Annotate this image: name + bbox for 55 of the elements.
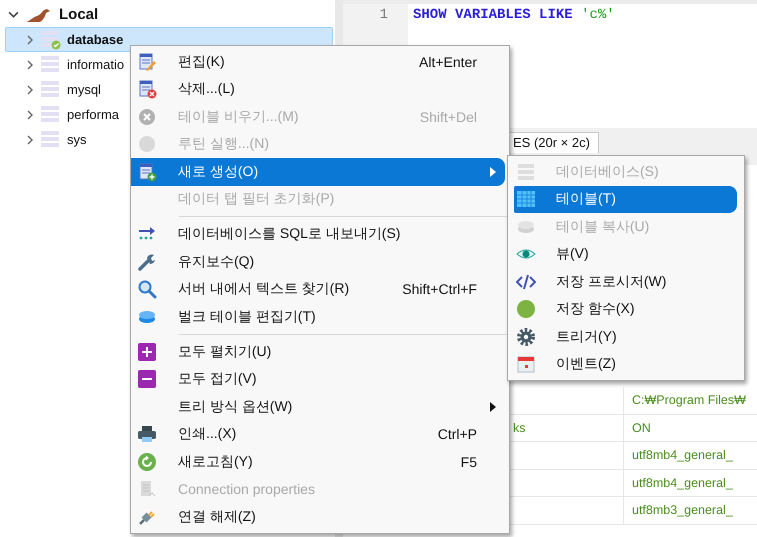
- database-label[interactable]: sys: [67, 132, 86, 147]
- menu-item[interactable]: 인쇄...(X) Ctrl+P: [131, 420, 505, 448]
- table-cell: C:₩Program Files₩: [632, 393, 746, 408]
- calendar-icon: [516, 354, 536, 374]
- menu-item[interactable]: 모두 펼치기(U): [131, 338, 505, 366]
- wrench-icon: [137, 252, 157, 272]
- sea-lion-icon: [25, 6, 51, 22]
- menu-item[interactable]: 뷰(V): [514, 240, 737, 268]
- database-label[interactable]: informatio: [67, 57, 124, 72]
- connection-label[interactable]: Local: [59, 6, 98, 23]
- table-cell: ks: [513, 420, 526, 435]
- chevron-right-icon[interactable]: [25, 110, 35, 120]
- table-cell: utf8mb3_general_: [632, 503, 733, 518]
- menu-item[interactable]: 유지보수(Q): [131, 248, 505, 276]
- line-number: 1: [380, 7, 388, 23]
- printer-icon: [137, 424, 157, 444]
- database-label[interactable]: performa: [67, 107, 120, 122]
- menu-item[interactable]: 테이블(T): [514, 186, 737, 213]
- table-cell: utf8mb4_general_: [632, 476, 733, 490]
- clear-circle-icon: [137, 106, 157, 127]
- menu-item[interactable]: 데이터베이스를 SQL로 내보내기(S): [131, 220, 505, 248]
- database-label[interactable]: mysql: [67, 82, 101, 97]
- menu-item[interactable]: 벌크 테이블 편집기(T): [131, 303, 505, 330]
- refresh-icon: [137, 452, 157, 472]
- menu-item[interactable]: 서버 내에서 텍스트 찾기(R) Shift+Ctrl+F: [131, 276, 505, 303]
- chevron-right-icon[interactable]: [25, 60, 35, 70]
- circle-icon: [137, 134, 157, 154]
- menu-item[interactable]: 새로 생성(O): [131, 158, 505, 186]
- minus-square-icon: [137, 369, 157, 390]
- menu-item[interactable]: 트리거(Y): [514, 323, 737, 350]
- circle-icon: [516, 299, 536, 320]
- menu-item[interactable]: 트리 방식 옵션(W): [131, 393, 505, 420]
- menu-item[interactable]: 저장 프로시저(W): [514, 268, 737, 296]
- menu-item[interactable]: 이벤트(Z): [514, 350, 737, 378]
- document-pencil-icon: [137, 52, 157, 72]
- document-add-icon: [137, 162, 157, 182]
- menu-item[interactable]: 새로고침(Y) F5: [131, 448, 505, 476]
- plus-square-icon: [137, 342, 157, 362]
- document-delete-icon: [137, 79, 157, 100]
- search-icon: [137, 279, 157, 300]
- menu-item[interactable]: 연결 해제(Z): [131, 503, 505, 530]
- chevron-right-icon[interactable]: [25, 84, 35, 94]
- menu-item[interactable]: 모두 접기(V): [131, 366, 505, 393]
- chevron-down-icon[interactable]: [8, 9, 19, 20]
- database-icon: [516, 162, 536, 182]
- table-icon: [516, 189, 536, 210]
- menu-item[interactable]: 삭제...(L): [131, 76, 505, 103]
- menu-item[interactable]: 저장 함수(X): [514, 296, 737, 323]
- chevron-right-icon[interactable]: [25, 34, 35, 44]
- settings-icon: [516, 326, 536, 347]
- sql-code-line[interactable]: SHOW VARIABLES LIKE 'c%': [408, 4, 615, 27]
- table-cell: ON: [632, 420, 651, 435]
- chevron-right-icon[interactable]: [25, 134, 35, 144]
- table-cell: utf8mb4_general_: [632, 448, 733, 462]
- database-label[interactable]: database: [67, 32, 124, 47]
